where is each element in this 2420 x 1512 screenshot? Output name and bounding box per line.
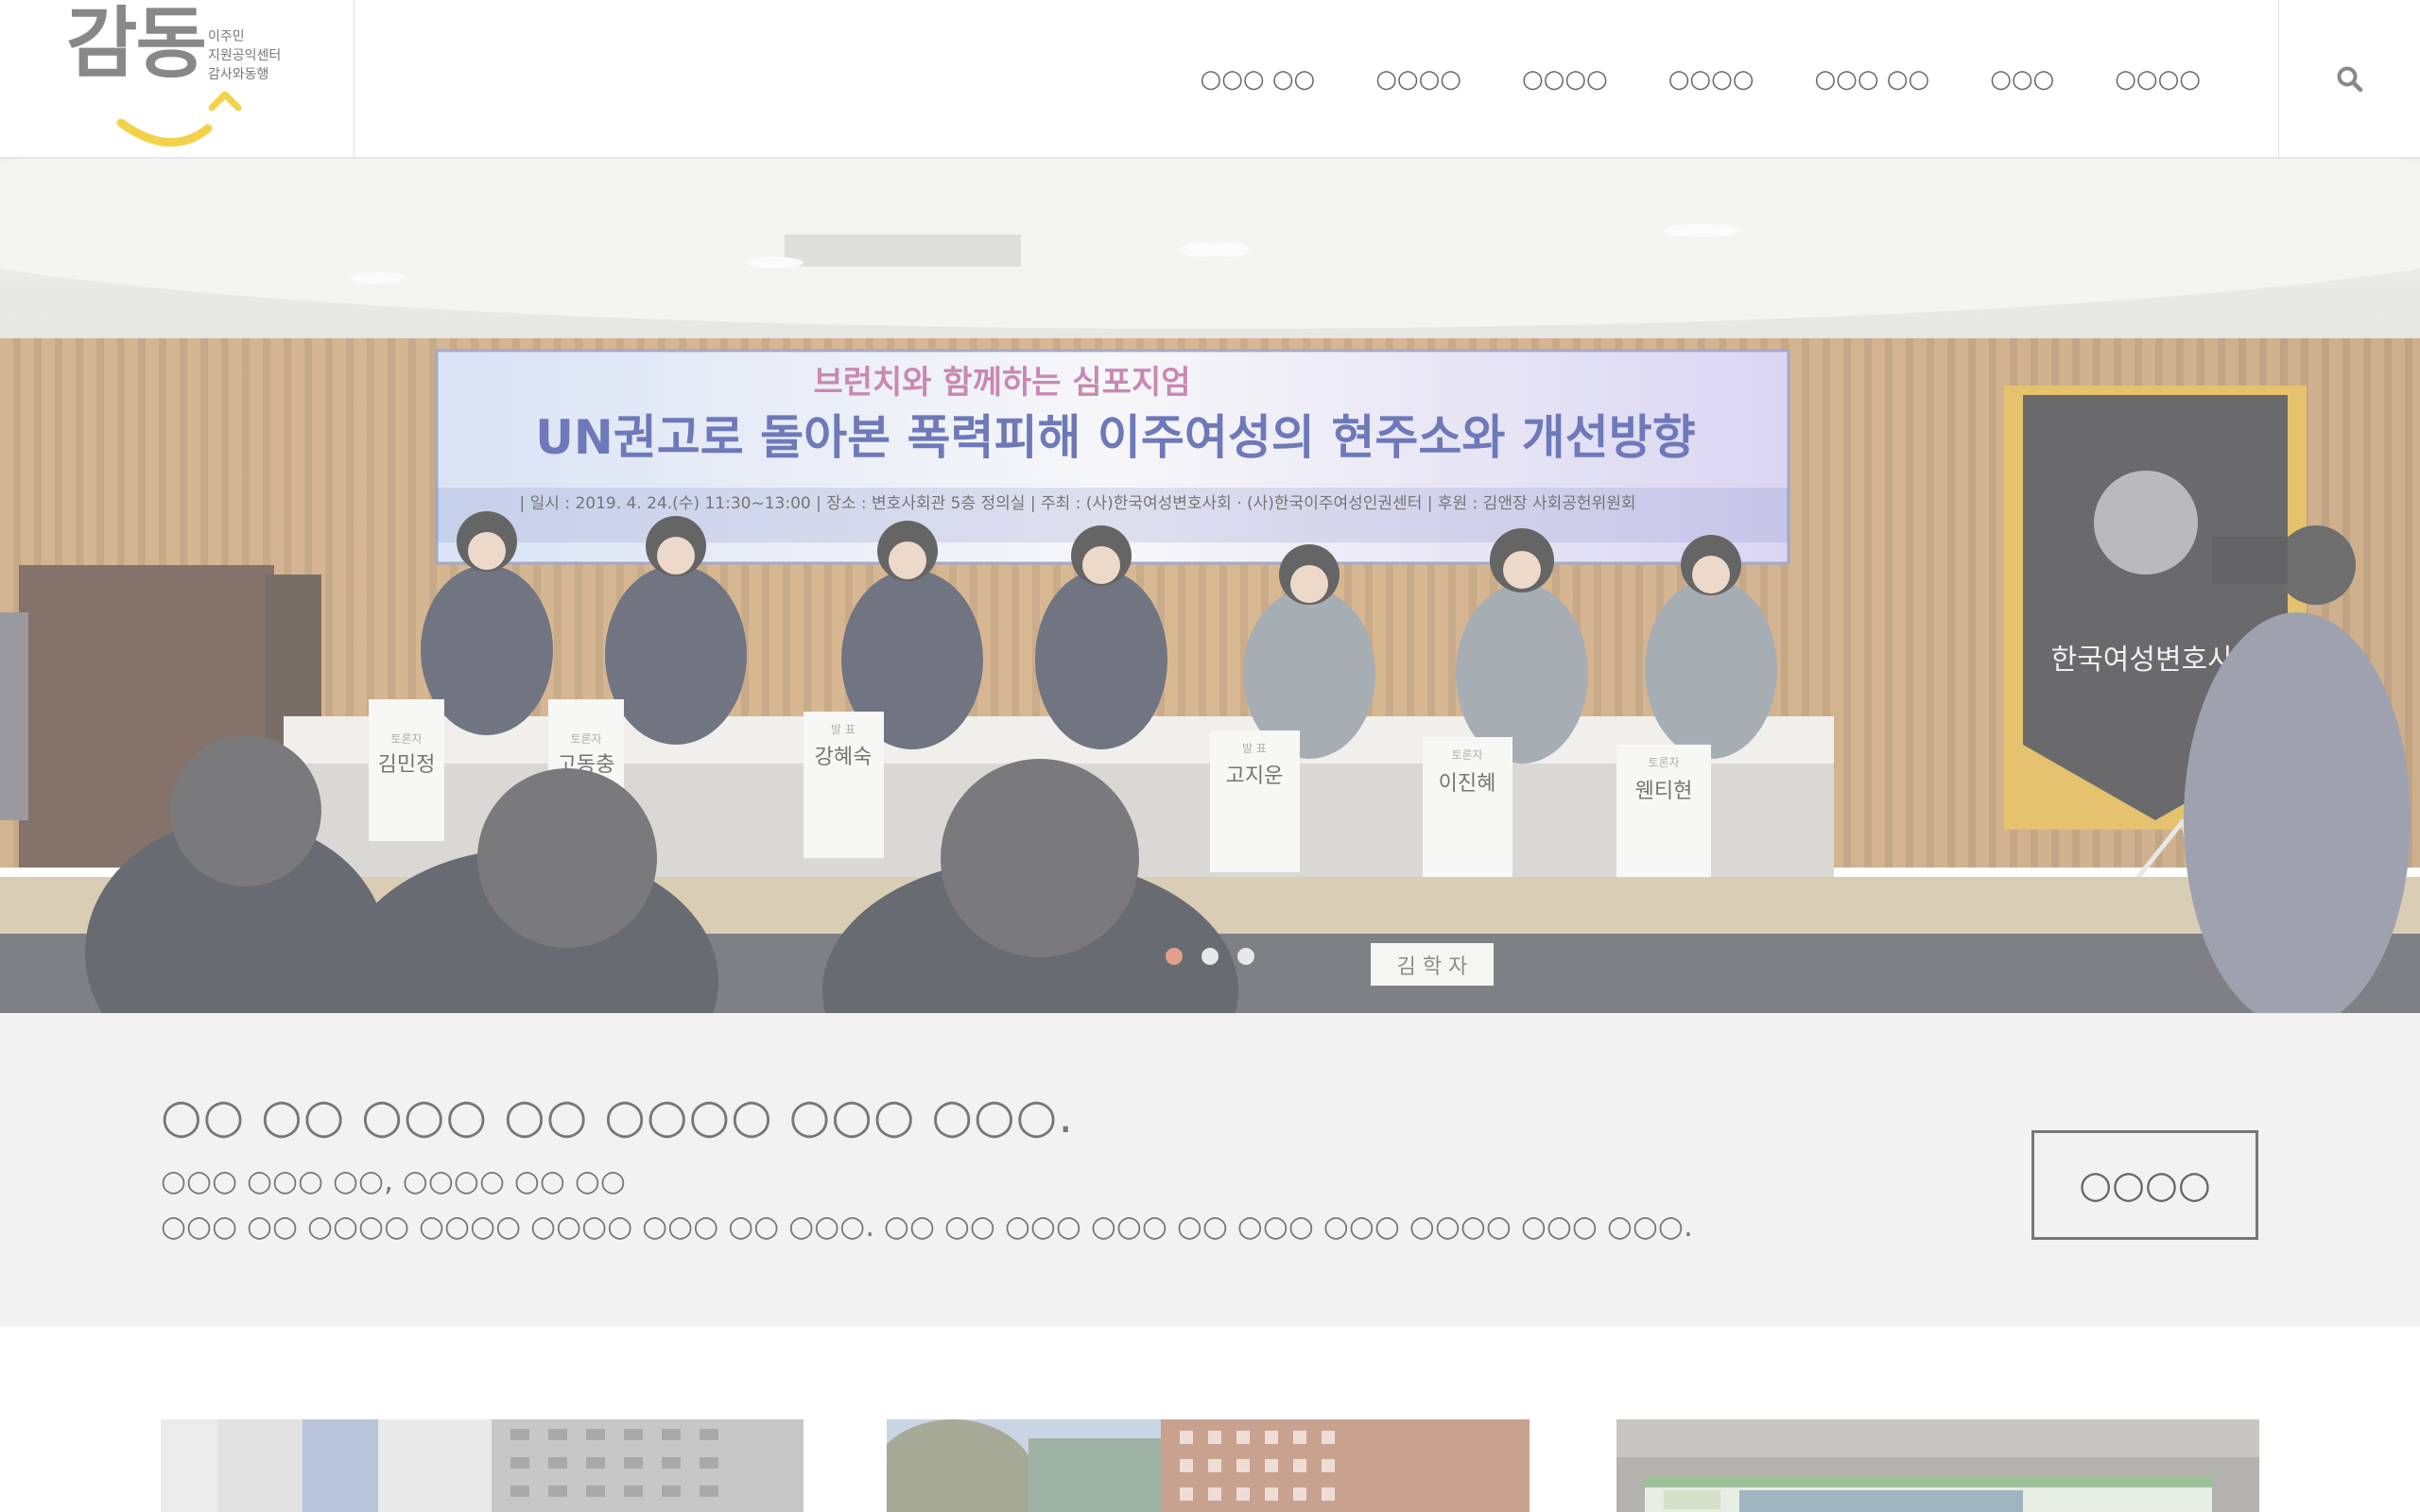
- smile-icon: [116, 91, 242, 147]
- logo-subtitle-line: 지원공익센터: [208, 47, 282, 62]
- slider-dot-1[interactable]: [1166, 948, 1183, 965]
- logo-subtitle: 이주민 지원공익센터 감사와동행: [208, 26, 281, 83]
- logo[interactable]: 감동 이주민 지원공익센터 감사와동행: [0, 0, 354, 159]
- nav-item-4[interactable]: ○○○○: [1638, 0, 1785, 159]
- hero-overlay: [0, 159, 2420, 1013]
- site-header: 감동 이주민 지원공익센터 감사와동행 ○○○ ○○ ○○○○ ○○○○ ○○○…: [0, 0, 2420, 159]
- card-image: [161, 1419, 804, 1512]
- logo-subtitle-line: 감사와동행: [208, 66, 269, 81]
- slider-dots: [0, 948, 2420, 965]
- card-thumbnail-2[interactable]: [887, 1419, 1530, 1512]
- card-image: [887, 1419, 1530, 1512]
- card-image: [1616, 1419, 2259, 1512]
- main-nav: ○○○ ○○ ○○○○ ○○○○ ○○○○ ○○○ ○○ ○○○ ○○○○: [1170, 0, 2231, 159]
- nav-item-7[interactable]: ○○○○: [2084, 0, 2231, 159]
- nav-item-2[interactable]: ○○○○: [1345, 0, 1492, 159]
- intro-description: ○○○ ○○ ○○○○ ○○○○ ○○○○ ○○○ ○○ ○○○. ○○ ○○ …: [161, 1210, 1693, 1244]
- nav-item-3[interactable]: ○○○○: [1492, 0, 1638, 159]
- hero-slider[interactable]: 브런치와 함께하는 심포지엄 UN권고로 돌아본 폭력피해 이주여성의 현주소와…: [0, 159, 2420, 1013]
- search-icon: [2337, 66, 2362, 93]
- logo-subtitle-line: 이주민: [208, 28, 245, 43]
- card-thumbnail-1[interactable]: [161, 1419, 804, 1512]
- logo-mark: 감동: [66, 0, 207, 89]
- nav-item-1[interactable]: ○○○ ○○: [1170, 0, 1346, 159]
- intro-subtitle: ○○○ ○○○ ○○, ○○○○ ○○ ○○: [161, 1164, 626, 1198]
- nav-item-5[interactable]: ○○○ ○○: [1784, 0, 1960, 159]
- intro-section: ○○ ○○ ○○○ ○○ ○○○○ ○○○ ○○○. ○○○ ○○○ ○○, ○…: [0, 1013, 2420, 1327]
- slider-dot-2[interactable]: [1201, 948, 1219, 965]
- slider-dot-3[interactable]: [1237, 948, 1254, 965]
- nav-item-6[interactable]: ○○○: [1960, 0, 2084, 159]
- intro-title: ○○ ○○ ○○○ ○○ ○○○○ ○○○ ○○○.: [161, 1089, 1075, 1143]
- search-button[interactable]: [2278, 0, 2420, 159]
- card-thumbnail-3[interactable]: [1616, 1419, 2259, 1512]
- donate-button[interactable]: ○○○○: [2031, 1130, 2258, 1240]
